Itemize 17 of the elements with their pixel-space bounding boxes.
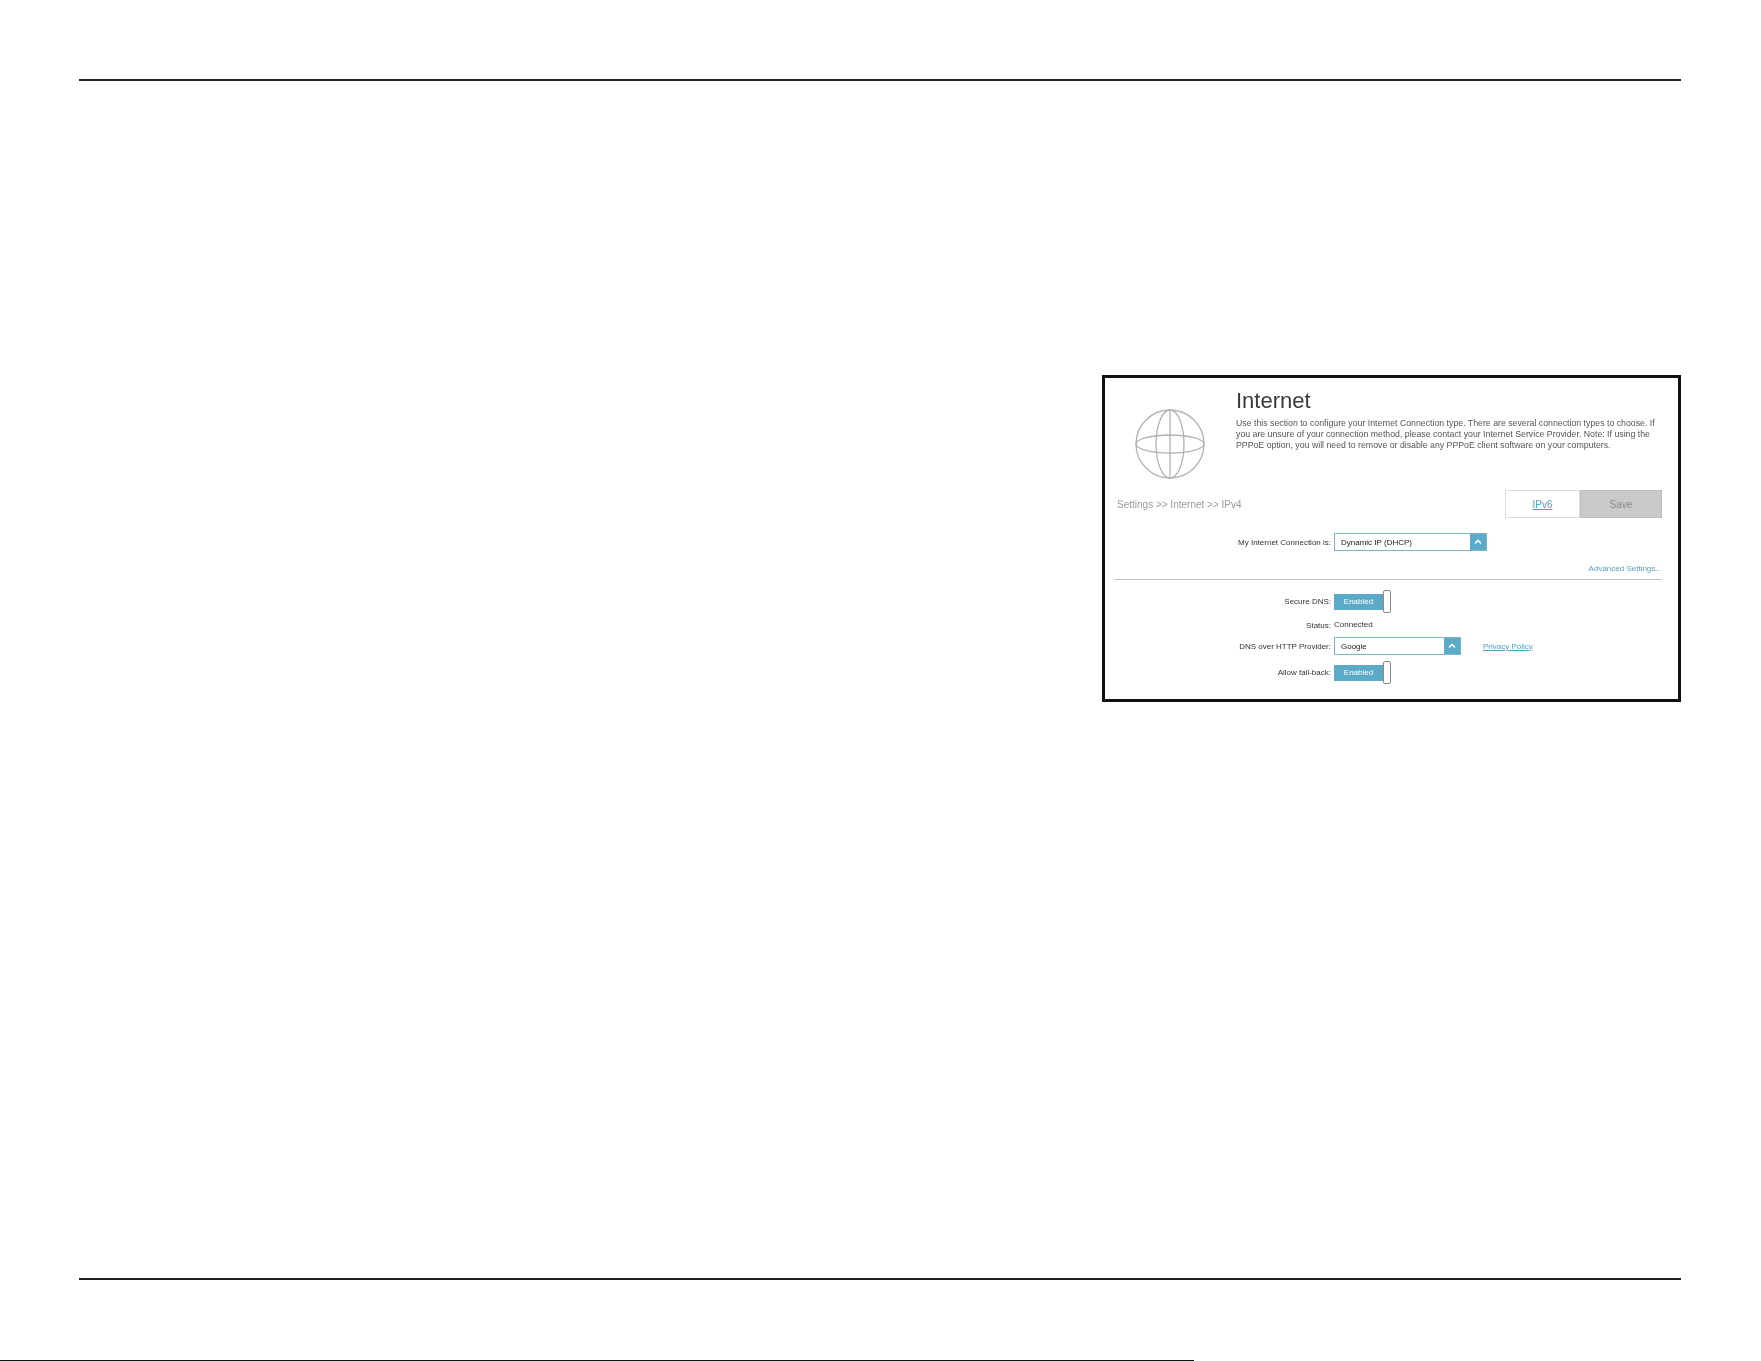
dropdown-field[interactable]: Dynamic IP (DHCP) <box>1334 533 1487 551</box>
field-label: Secure DNS: <box>1283 597 1331 606</box>
ipv6-button[interactable]: IPv6 <box>1505 490 1580 518</box>
advanced-settings-link[interactable]: Advanced Settings... <box>1588 563 1662 575</box>
field-label: DNS over HTTP Provider: <box>1238 641 1331 651</box>
chevron-up-icon[interactable] <box>1444 638 1460 654</box>
field-label: My Internet Connection is: <box>1237 537 1331 547</box>
status-text: Connected <box>1334 619 1373 631</box>
page-title: Internet <box>1236 388 1312 414</box>
breadcrumb: Settings >> Internet >> IPv4 <box>1117 498 1242 510</box>
dropdown-field[interactable]: Google <box>1334 637 1461 655</box>
description-text: Use this section to configure your Internet Connection type. There are several connection types to choose. If you are unsure of your connection method, please contact your Internet Service Provider. Note: If using the PPPoE option, you will need to remove or disable any PPPoE client software on your computers. <box>1236 418 1656 451</box>
globe-icon <box>1135 409 1205 479</box>
policy-link[interactable]: Privacy Policy <box>1483 641 1533 651</box>
chevron-up-icon[interactable] <box>1470 534 1486 550</box>
field-label: Allow fall-back: <box>1276 668 1331 677</box>
field-label: Status: <box>1305 620 1331 630</box>
